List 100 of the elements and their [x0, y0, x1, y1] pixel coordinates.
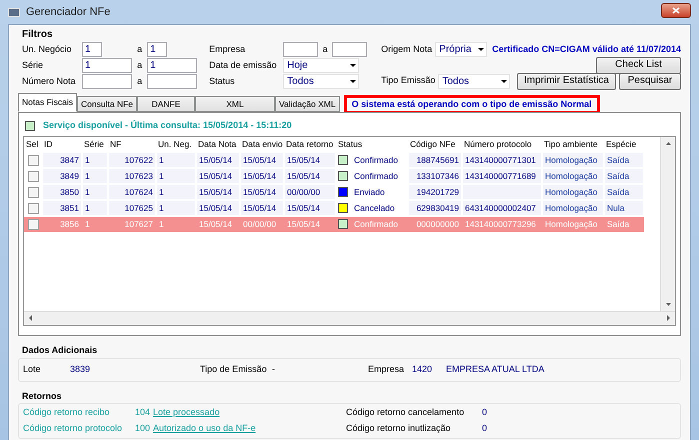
table-cell-text: 107627: [124, 218, 154, 230]
table-row[interactable]: 3850 1 107624 1 15/05/14 15/05/14 00/00/00 Enviado 194201729 Homologação Saída: [24, 184, 644, 200]
table-cell-text: 1: [158, 218, 165, 230]
certificate-text: Certificado CN=CIGAM válido até 11/07/2014: [492, 42, 681, 56]
service-status: Serviço disponível - Última consulta: 15/05/2014 - 15:11:20: [43, 119, 292, 132]
table-cell-text: Confirmado: [353, 154, 399, 166]
field-value: 1420: [412, 362, 434, 376]
field-label: Origem Nota: [381, 42, 432, 56]
column-header: Número protocolo: [463, 138, 533, 151]
group-title: Dados Adicionais: [22, 344, 98, 357]
table-cell-text: 15/05/14: [286, 202, 322, 214]
table-row[interactable]: 3847 1 107622 1 15/05/14 15/05/14 15/05/14 Confirmado 188745691 143140000771301 Homologação Saída: [24, 152, 644, 168]
table-cell-text: Homologação: [544, 170, 598, 182]
table-cell-text: 107622: [124, 154, 154, 166]
column-header: Sel: [25, 138, 40, 151]
range-end-field[interactable]: 1: [147, 42, 168, 57]
table-cell-text: 107624: [124, 186, 154, 198]
tab[interactable]: Validação XML: [275, 96, 340, 112]
table-cell-text: Saída: [606, 170, 630, 182]
dropdown[interactable]: Todos: [283, 74, 360, 89]
table-row[interactable]: 3849 1 107623 1 15/05/14 15/05/14 15/05/14 Confirmado 133107346 143140000771689 Homologação Saída: [24, 168, 644, 184]
checkbox[interactable]: [28, 186, 38, 198]
table-cell-text: 643140000002407: [464, 202, 537, 214]
table-row[interactable]: 3851 1 107625 1 15/05/14 15/05/14 15/05/14 Cancelado 629830419 643140000002407 Homologação Nula: [24, 200, 644, 216]
table-cell-text: 143140000771301: [464, 154, 537, 166]
caret-icon: [350, 64, 356, 67]
table-cell-text: Homologação: [544, 218, 598, 230]
field-label: Status: [209, 74, 236, 88]
table-cell-text: 107623: [124, 170, 154, 182]
field-label: Tipo de Emissão: [200, 362, 268, 376]
checkbox[interactable]: [28, 202, 38, 214]
dropdown[interactable]: Hoje: [283, 58, 360, 73]
field-label: Empresa: [209, 42, 246, 56]
table-cell-text: 1: [158, 202, 165, 214]
horizontal-scrollbar[interactable]: [24, 310, 675, 324]
field-value: 104: [135, 406, 150, 420]
range-start-field[interactable]: [82, 74, 132, 89]
button[interactable]: Imprimir Estatística: [517, 72, 616, 90]
table-cell-text: 15/05/14: [286, 170, 322, 182]
caret-icon: [350, 80, 356, 83]
range-end-field[interactable]: 1: [147, 58, 198, 73]
table-cell-text: 000000000: [415, 218, 460, 230]
table-cell-text: 00/00/00: [286, 186, 322, 198]
close-button[interactable]: [661, 2, 691, 18]
table-cell-text: 15/05/14: [198, 170, 234, 182]
vertical-scrollbar[interactable]: [660, 136, 675, 310]
field-value: EMPRESA ATUAL LTDA: [446, 362, 544, 376]
table-cell-text: 15/05/14: [242, 170, 278, 182]
tab[interactable]: Notas Fiscais: [18, 93, 78, 112]
app-icon: [8, 8, 20, 16]
field-label: Empresa: [368, 362, 406, 376]
column-header: Data retorno: [285, 138, 334, 151]
range-start-field[interactable]: [283, 42, 318, 57]
column-header: Série: [83, 138, 105, 151]
range-start-field[interactable]: 1: [82, 42, 102, 57]
field-value: -: [272, 362, 276, 376]
table-cell-text: 15/05/14: [242, 154, 278, 166]
button[interactable]: Check List: [596, 56, 681, 74]
table-cell-text: 3847: [59, 154, 80, 166]
range-separator: a: [137, 74, 144, 88]
range-separator: a: [137, 58, 144, 72]
field-label: Série: [22, 58, 44, 72]
tab[interactable]: XML: [195, 96, 276, 112]
close-icon: [672, 6, 680, 14]
table-cell-text: 1: [84, 186, 91, 198]
range-start-field[interactable]: 1: [82, 58, 132, 73]
field-value: 0: [482, 422, 488, 436]
table-cell-text: 629830419: [415, 202, 460, 214]
table-cell-text: 133107346: [415, 170, 460, 182]
checkbox[interactable]: [28, 218, 38, 230]
table-cell-text: Confirmado: [353, 218, 399, 230]
field-label: Código retorno inutlização: [346, 422, 452, 436]
table-cell-text: 3856: [59, 218, 80, 230]
field-label: Código retorno protocolo: [23, 422, 124, 436]
column-header: Status: [337, 138, 364, 151]
field-label: Código retorno recibo: [23, 406, 111, 420]
table-cell-text: Nula: [606, 202, 626, 214]
checkbox[interactable]: [28, 154, 38, 166]
table-cell-text: 3849: [59, 170, 80, 182]
field-label: Código retorno cancelamento: [346, 406, 466, 420]
range-end-field[interactable]: [332, 42, 368, 57]
group-title: Retornos: [22, 390, 63, 402]
checkbox[interactable]: [28, 170, 38, 182]
table-cell-text: 143140000771689: [464, 170, 537, 182]
window-title: Gerenciador NFe: [26, 4, 110, 20]
table-cell-text: 1: [84, 218, 91, 230]
column-header: Tipo ambiente: [543, 138, 599, 151]
tab[interactable]: Consulta NFe: [77, 96, 138, 112]
field-value: 3839: [70, 362, 92, 376]
table-cell-text: Cancelado: [353, 202, 396, 214]
dropdown[interactable]: Própria: [435, 42, 488, 57]
dropdown[interactable]: Todos: [438, 74, 510, 88]
table-cell-text: 143140000773296: [464, 218, 537, 230]
tab[interactable]: DANFE: [137, 96, 196, 112]
column-header: Data envio: [241, 138, 284, 151]
range-end-field[interactable]: [147, 74, 198, 89]
table-cell-text: 15/05/14: [286, 154, 322, 166]
table-cell-text: 15/05/14: [242, 186, 278, 198]
table-cell-text: 1: [84, 154, 91, 166]
button[interactable]: Pesquisar: [619, 72, 681, 90]
